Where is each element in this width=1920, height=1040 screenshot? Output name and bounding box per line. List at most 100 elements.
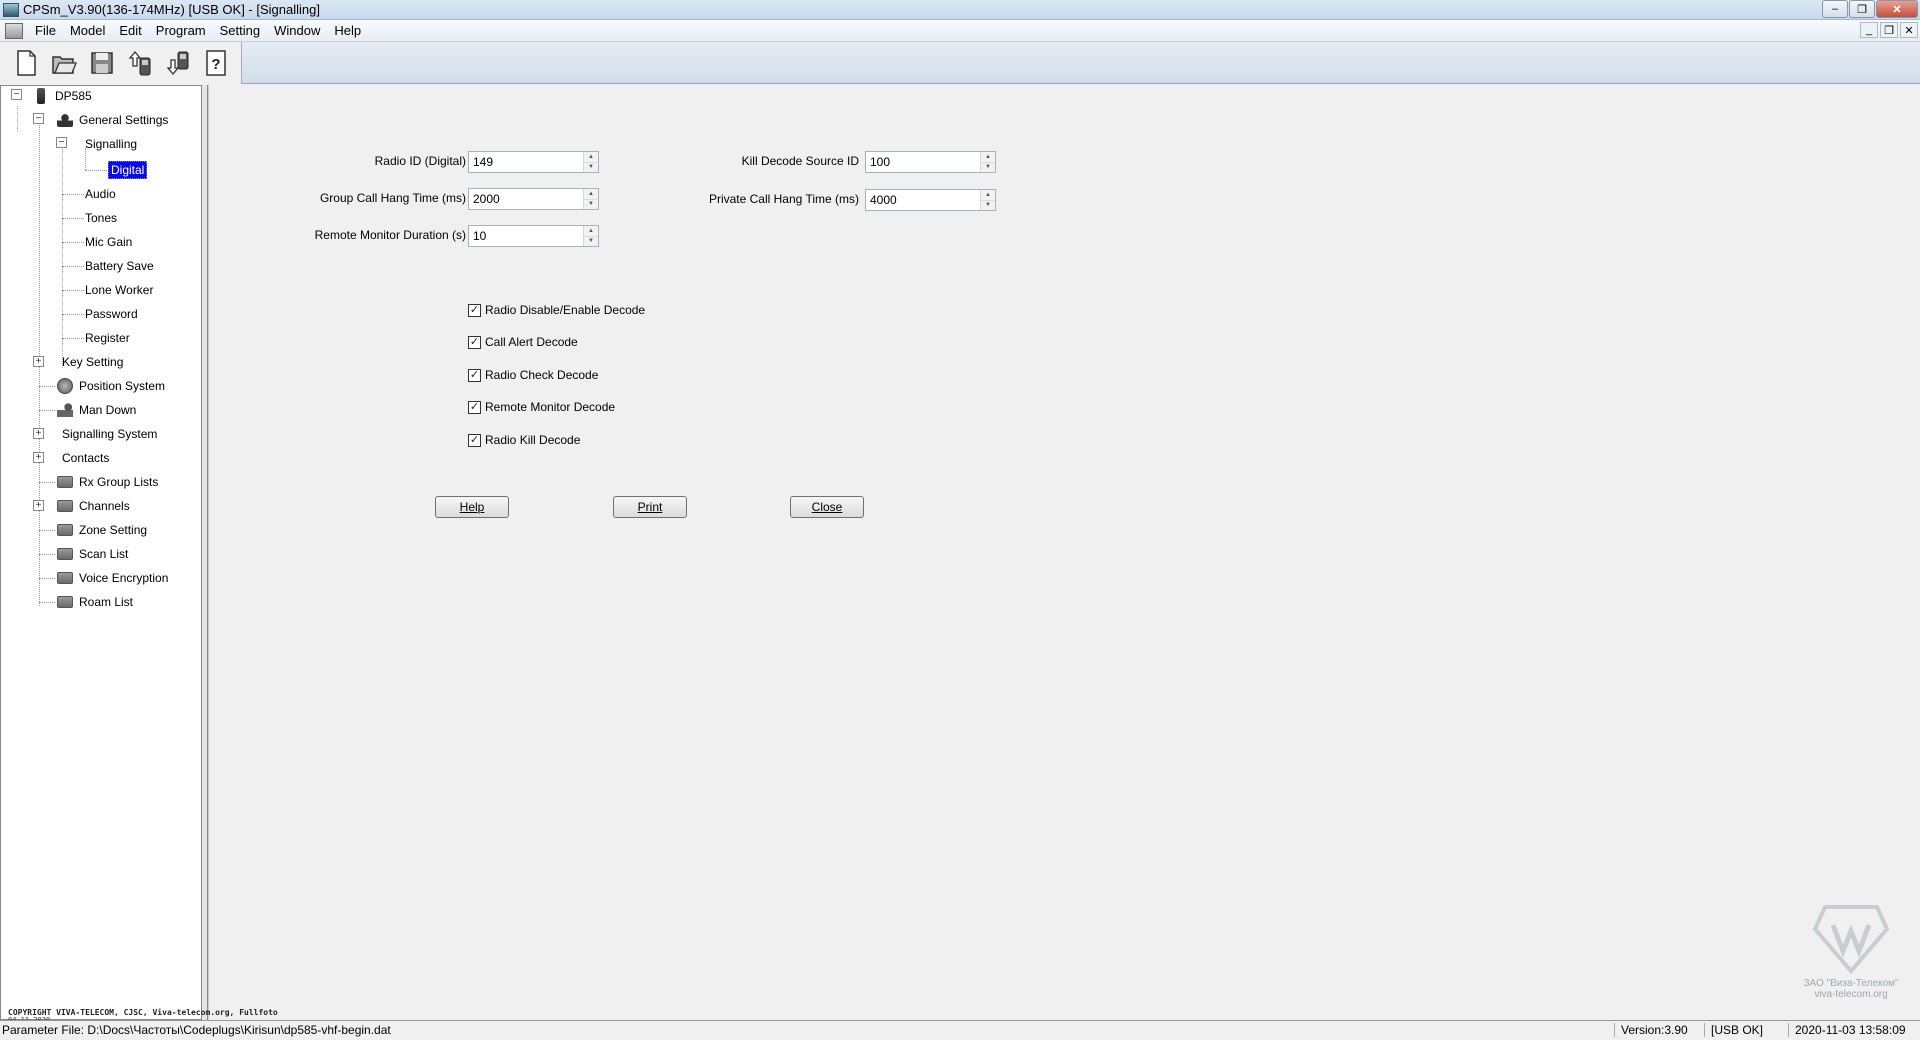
- menu-program[interactable]: Program: [149, 23, 213, 38]
- checkbox-check-icon[interactable]: ✓: [468, 335, 481, 349]
- menu-window[interactable]: Window: [267, 23, 327, 38]
- checkbox-check-icon[interactable]: ✓: [468, 368, 481, 382]
- tree-item-password[interactable]: Password: [85, 304, 138, 324]
- tree-item-label: Signalling: [85, 137, 138, 151]
- menu-file[interactable]: File: [28, 23, 63, 38]
- watermark: ЗАО "Виза-Телеком" viva-telecom.org: [1796, 899, 1906, 1000]
- tree-item-signalling-system[interactable]: Signalling System: [62, 424, 157, 444]
- tree-item-voice-encryption[interactable]: Voice Encryption: [57, 568, 168, 588]
- tree-item-lone-worker[interactable]: Lone Worker: [85, 280, 153, 300]
- tree-item-label: Roam List: [79, 595, 134, 609]
- tree-collapse-toggle[interactable]: −: [33, 113, 44, 124]
- read-from-radio-icon[interactable]: [126, 47, 154, 79]
- spin-up-icon[interactable]: ▲: [584, 226, 598, 237]
- tree-expand-toggle[interactable]: +: [33, 428, 44, 439]
- menu-setting[interactable]: Setting: [213, 23, 267, 38]
- remote-monitor-decode-checkbox[interactable]: ✓ Remote Monitor Decode: [468, 400, 615, 414]
- tree-item-general-settings[interactable]: General Settings: [57, 110, 168, 130]
- mdi-restore-button[interactable]: ❐: [1880, 22, 1898, 38]
- window-title: CPSm_V3.90(136-174MHz) [USB OK] - [Signa…: [23, 2, 320, 17]
- menu-model[interactable]: Model: [63, 23, 112, 38]
- radio-id-input[interactable]: [469, 152, 583, 172]
- kill-decode-source-id-label: Kill Decode Source ID: [741, 154, 859, 168]
- private-call-hang-time-input[interactable]: [866, 190, 980, 210]
- kill-decode-source-id-input[interactable]: [866, 152, 980, 172]
- tree-item-contacts[interactable]: Contacts: [62, 448, 109, 468]
- tree-connector: [39, 482, 55, 483]
- status-version: Version:3.90: [1614, 1023, 1688, 1037]
- document-menu-icon[interactable]: [5, 22, 23, 39]
- toolbar-buttons: ?: [0, 42, 242, 84]
- tree-expand-toggle[interactable]: +: [33, 500, 44, 511]
- tree-item-audio[interactable]: Audio: [85, 184, 116, 204]
- tree-item-battery-save[interactable]: Battery Save: [85, 256, 154, 276]
- remote-monitor-duration-field[interactable]: ▲ ▼: [468, 225, 599, 247]
- tree-collapse-toggle[interactable]: −: [56, 137, 67, 148]
- remote-monitor-duration-input[interactable]: [469, 226, 583, 246]
- kill-decode-source-id-field[interactable]: ▲ ▼: [865, 151, 996, 173]
- tree-item-dp585[interactable]: DP585: [33, 86, 92, 106]
- save-icon[interactable]: [88, 47, 116, 79]
- checkbox-check-icon[interactable]: ✓: [468, 303, 481, 317]
- tree-item-position-system[interactable]: Position System: [57, 376, 165, 396]
- tree-item-mic-gain[interactable]: Mic Gain: [85, 232, 132, 252]
- checkbox-label: Radio Kill Decode: [485, 433, 581, 447]
- tree-item-man-down[interactable]: Man Down: [57, 400, 136, 420]
- group-call-hang-time-input[interactable]: [469, 189, 583, 209]
- tree-item-digital[interactable]: Digital: [108, 160, 148, 180]
- open-folder-icon[interactable]: [50, 47, 78, 79]
- minimize-button[interactable]: –: [1822, 0, 1848, 18]
- tree-item-signalling[interactable]: Signalling: [85, 134, 137, 154]
- tree-expand-toggle[interactable]: +: [33, 452, 44, 463]
- tree-item-label: Rx Group Lists: [79, 475, 159, 489]
- spin-up-icon[interactable]: ▲: [981, 190, 995, 201]
- spin-up-icon[interactable]: ▲: [584, 152, 598, 163]
- tree-item-scan-list[interactable]: Scan List: [57, 544, 128, 564]
- checkbox-label: Radio Check Decode: [485, 368, 599, 382]
- tree-item-key-setting[interactable]: Key Setting: [62, 352, 123, 372]
- kill-decode-spinner: ▲ ▼: [980, 152, 995, 172]
- tree-expand-toggle[interactable]: +: [33, 356, 44, 367]
- tree-item-label: Man Down: [79, 403, 137, 417]
- checkbox-check-icon[interactable]: ✓: [468, 400, 481, 414]
- private-call-hang-time-field[interactable]: ▲ ▼: [865, 189, 996, 211]
- tree-item-channels[interactable]: Channels: [57, 496, 130, 516]
- tree-item-label: Key Setting: [62, 355, 124, 369]
- spin-down-icon[interactable]: ▼: [981, 200, 995, 210]
- tree-item-tones[interactable]: Tones: [85, 208, 117, 228]
- spin-down-icon[interactable]: ▼: [584, 162, 598, 172]
- radio-id-field[interactable]: ▲ ▼: [468, 151, 599, 173]
- navigation-tree: − DP585 − General Settings − Signalling …: [0, 85, 202, 1020]
- tree-connector: [62, 146, 63, 368]
- tree-item-register[interactable]: Register: [85, 328, 130, 348]
- tree-item-rx-group-lists[interactable]: Rx Group Lists: [57, 472, 158, 492]
- tree-collapse-toggle[interactable]: −: [11, 89, 22, 100]
- spin-up-icon[interactable]: ▲: [584, 189, 598, 200]
- tree-connector: [62, 242, 84, 243]
- help-button[interactable]: Help: [435, 496, 509, 518]
- mdi-minimize-button[interactable]: _: [1860, 22, 1878, 38]
- menu-edit[interactable]: Edit: [112, 23, 148, 38]
- tree-item-label: Scan List: [79, 547, 129, 561]
- radio-kill-decode-checkbox[interactable]: ✓ Radio Kill Decode: [468, 433, 580, 447]
- close-window-button[interactable]: ✕: [1876, 0, 1918, 18]
- mdi-close-button[interactable]: ✕: [1900, 22, 1918, 38]
- help-icon[interactable]: ?: [202, 47, 230, 79]
- radio-check-decode-checkbox[interactable]: ✓ Radio Check Decode: [468, 368, 598, 382]
- restore-button[interactable]: ❐: [1849, 0, 1875, 18]
- spin-down-icon[interactable]: ▼: [584, 199, 598, 209]
- menu-help[interactable]: Help: [327, 23, 368, 38]
- spin-down-icon[interactable]: ▼: [584, 236, 598, 246]
- tree-item-zone-setting[interactable]: Zone Setting: [57, 520, 147, 540]
- tree-item-roam-list[interactable]: Roam List: [57, 592, 133, 612]
- write-to-radio-icon[interactable]: [164, 47, 192, 79]
- spin-up-icon[interactable]: ▲: [981, 152, 995, 163]
- print-button[interactable]: Print: [613, 496, 687, 518]
- new-file-icon[interactable]: [12, 47, 40, 79]
- spin-down-icon[interactable]: ▼: [981, 162, 995, 172]
- checkbox-check-icon[interactable]: ✓: [468, 433, 481, 447]
- call-alert-decode-checkbox[interactable]: ✓ Call Alert Decode: [468, 335, 578, 349]
- close-button[interactable]: Close: [790, 496, 864, 518]
- group-call-hang-time-field[interactable]: ▲ ▼: [468, 188, 599, 210]
- radio-disable-enable-decode-checkbox[interactable]: ✓ Radio Disable/Enable Decode: [468, 303, 645, 317]
